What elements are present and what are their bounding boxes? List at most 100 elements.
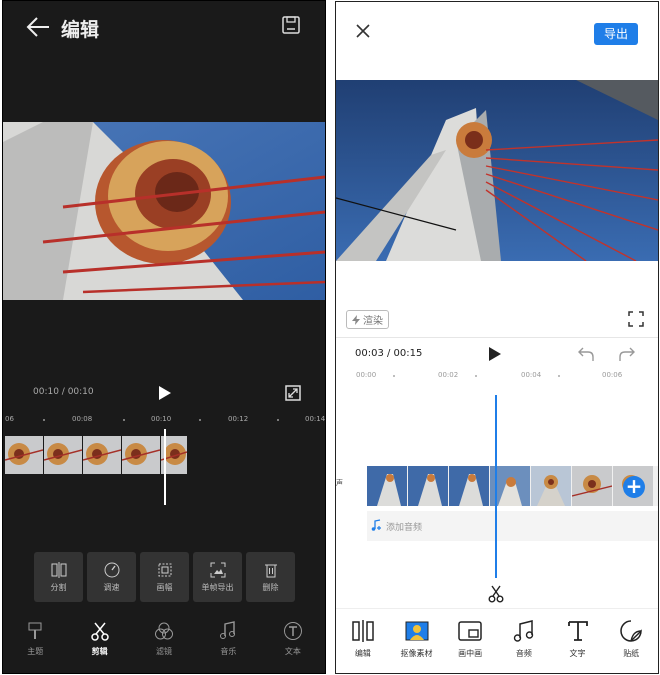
edit-toolbar: 分割 调速 画幅 单帧导出 删除 xyxy=(34,552,299,602)
ruler-tick-label: 00:00 xyxy=(356,371,377,379)
nav-label: 编辑 xyxy=(354,649,371,658)
aspect-ratio-icon xyxy=(158,563,171,576)
divider xyxy=(336,608,658,609)
save-icon[interactable] xyxy=(281,15,301,35)
left-editor-screen: 编辑 00:10 / 00:10 06 00:08 00:10 00:12 00… xyxy=(2,0,326,674)
fullscreen-icon[interactable] xyxy=(285,385,301,401)
video-clip-strip[interactable] xyxy=(5,436,189,474)
aspect-ratio-button[interactable]: 画幅 xyxy=(140,552,189,602)
frame-export-icon xyxy=(210,562,225,577)
render-label: 渲染 xyxy=(363,316,383,327)
nav-label: 文字 xyxy=(569,649,586,658)
nav-item-music[interactable]: 音乐 xyxy=(196,621,260,671)
divider xyxy=(336,337,658,338)
aspect-ratio-label: 画幅 xyxy=(156,582,173,592)
ruler-dot xyxy=(123,419,125,421)
right-editor-screen: 导出 渲染 00:03 / 00:15 00:00 00:02 00:04 00… xyxy=(335,1,659,674)
speed-icon xyxy=(104,562,119,577)
clip-frame xyxy=(44,436,82,474)
delete-button[interactable]: 删除 xyxy=(246,552,295,602)
video-preview xyxy=(3,122,325,300)
split-button[interactable]: 分割 xyxy=(34,552,83,602)
nav-item-sticker[interactable]: 贴纸 xyxy=(604,620,658,668)
timeline-ruler: 00:00 00:02 00:04 00:06 xyxy=(336,371,658,383)
clip-frame xyxy=(5,436,43,474)
nav-label: 剪辑 xyxy=(91,647,108,656)
ruler-dot xyxy=(199,419,201,421)
play-icon[interactable] xyxy=(158,385,172,401)
add-clip-button[interactable]: + xyxy=(623,476,645,498)
nav-label: 画中画 xyxy=(458,649,483,658)
nav-item-text[interactable]: 文字 xyxy=(551,620,605,668)
clip-frame xyxy=(408,466,448,506)
nav-item-edit[interactable]: 编辑 xyxy=(336,620,390,668)
ruler-dot xyxy=(558,375,560,377)
clip-frame xyxy=(83,436,121,474)
ruler-tick-label: 00:06 xyxy=(602,371,623,379)
nav-label: 文本 xyxy=(284,647,301,656)
preview-image xyxy=(3,122,325,300)
nav-label: 抠像素材 xyxy=(400,649,433,658)
bottom-nav: 编辑 抠像素材 画中画 音频 文字 贴纸 xyxy=(336,620,658,668)
ruler-dot xyxy=(393,375,395,377)
ruler-dot xyxy=(277,419,279,421)
clip-frame xyxy=(449,466,489,506)
timeline-playhead[interactable] xyxy=(164,429,166,505)
scissors-icon xyxy=(90,622,109,641)
video-clip-strip[interactable] xyxy=(367,466,658,506)
sticker-icon xyxy=(620,620,642,642)
nav-label: 主题 xyxy=(27,647,44,656)
clip-frame xyxy=(572,466,612,506)
nav-label: 音频 xyxy=(515,649,532,658)
music-icon xyxy=(220,621,236,639)
volume-label[interactable]: 声 xyxy=(336,478,348,488)
clip-frame xyxy=(122,436,160,474)
nav-label: 贴纸 xyxy=(623,649,640,658)
speed-button[interactable]: 调速 xyxy=(87,552,136,602)
split-label: 分割 xyxy=(50,582,67,592)
scissors-icon[interactable] xyxy=(487,585,505,603)
ruler-tick-label: 00:10 xyxy=(151,415,172,423)
clip-frame xyxy=(531,466,571,506)
nav-item-portrait-matting[interactable]: 抠像素材 xyxy=(390,620,444,668)
ruler-tick-label: 00:02 xyxy=(438,371,459,379)
nav-item-text[interactable]: 文本 xyxy=(261,621,325,671)
delete-icon xyxy=(264,564,277,577)
lightning-icon xyxy=(352,314,360,325)
close-icon[interactable] xyxy=(355,23,371,39)
play-icon[interactable] xyxy=(488,346,502,362)
theme-icon xyxy=(28,622,42,639)
audio-icon xyxy=(513,620,534,642)
ruler-dot xyxy=(43,419,45,421)
timeline-playhead[interactable] xyxy=(495,395,497,578)
add-audio-label: 添加音频 xyxy=(386,523,423,533)
nav-item-theme[interactable]: 主题 xyxy=(3,621,67,671)
preview-image xyxy=(336,80,658,261)
nav-label: 滤镜 xyxy=(156,647,173,656)
frame-export-button[interactable]: 单帧导出 xyxy=(193,552,242,602)
ruler-tick-label: 00:08 xyxy=(72,415,93,423)
ruler-dot xyxy=(475,375,477,377)
delete-label: 删除 xyxy=(262,582,279,592)
page-title: 编辑 xyxy=(61,19,100,41)
portrait-matting-icon xyxy=(405,621,428,641)
ruler-tick-label: 00:12 xyxy=(228,415,249,423)
nav-item-cut[interactable]: 剪辑 xyxy=(67,621,131,671)
export-button[interactable]: 导出 xyxy=(594,23,638,45)
clip-frame xyxy=(367,466,407,506)
nav-item-filter[interactable]: 滤镜 xyxy=(132,621,196,671)
undo-icon[interactable] xyxy=(577,345,595,363)
fullscreen-icon[interactable] xyxy=(628,311,644,327)
render-button[interactable]: 渲染 xyxy=(346,310,389,329)
ruler-tick-label: 00:04 xyxy=(521,371,542,379)
text-icon xyxy=(567,621,588,641)
add-audio-track[interactable]: 添加音频 xyxy=(367,511,658,541)
redo-icon[interactable] xyxy=(618,345,636,363)
nav-item-pip[interactable]: 画中画 xyxy=(443,620,497,668)
nav-item-audio[interactable]: 音频 xyxy=(497,620,551,668)
back-arrow-icon[interactable] xyxy=(25,15,51,39)
filter-icon xyxy=(155,622,174,640)
playback-time: 00:10 / 00:10 xyxy=(33,387,94,397)
playback-time: 00:03 / 00:15 xyxy=(355,348,423,359)
nav-label: 音乐 xyxy=(220,647,237,656)
